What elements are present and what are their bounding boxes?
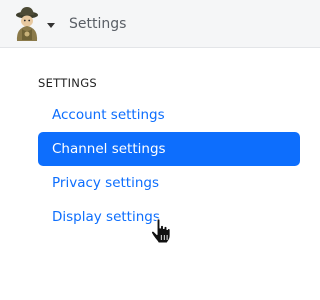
user-menu-button[interactable] bbox=[10, 6, 62, 42]
menu-item-account-settings[interactable]: Account settings bbox=[38, 98, 300, 132]
page-title: Settings bbox=[69, 16, 127, 32]
menu-item-channel-settings[interactable]: Channel settings bbox=[38, 132, 300, 166]
user-avatar-icon bbox=[16, 7, 38, 41]
hand-pointer-icon bbox=[150, 218, 171, 244]
menu-item-privacy-settings[interactable]: Privacy settings bbox=[38, 166, 300, 200]
top-bar: Settings bbox=[0, 0, 320, 48]
settings-section-heading: SETTINGS bbox=[38, 76, 98, 90]
settings-menu: Account settings Channel settings Privac… bbox=[38, 98, 300, 234]
caret-down-icon bbox=[47, 23, 55, 28]
